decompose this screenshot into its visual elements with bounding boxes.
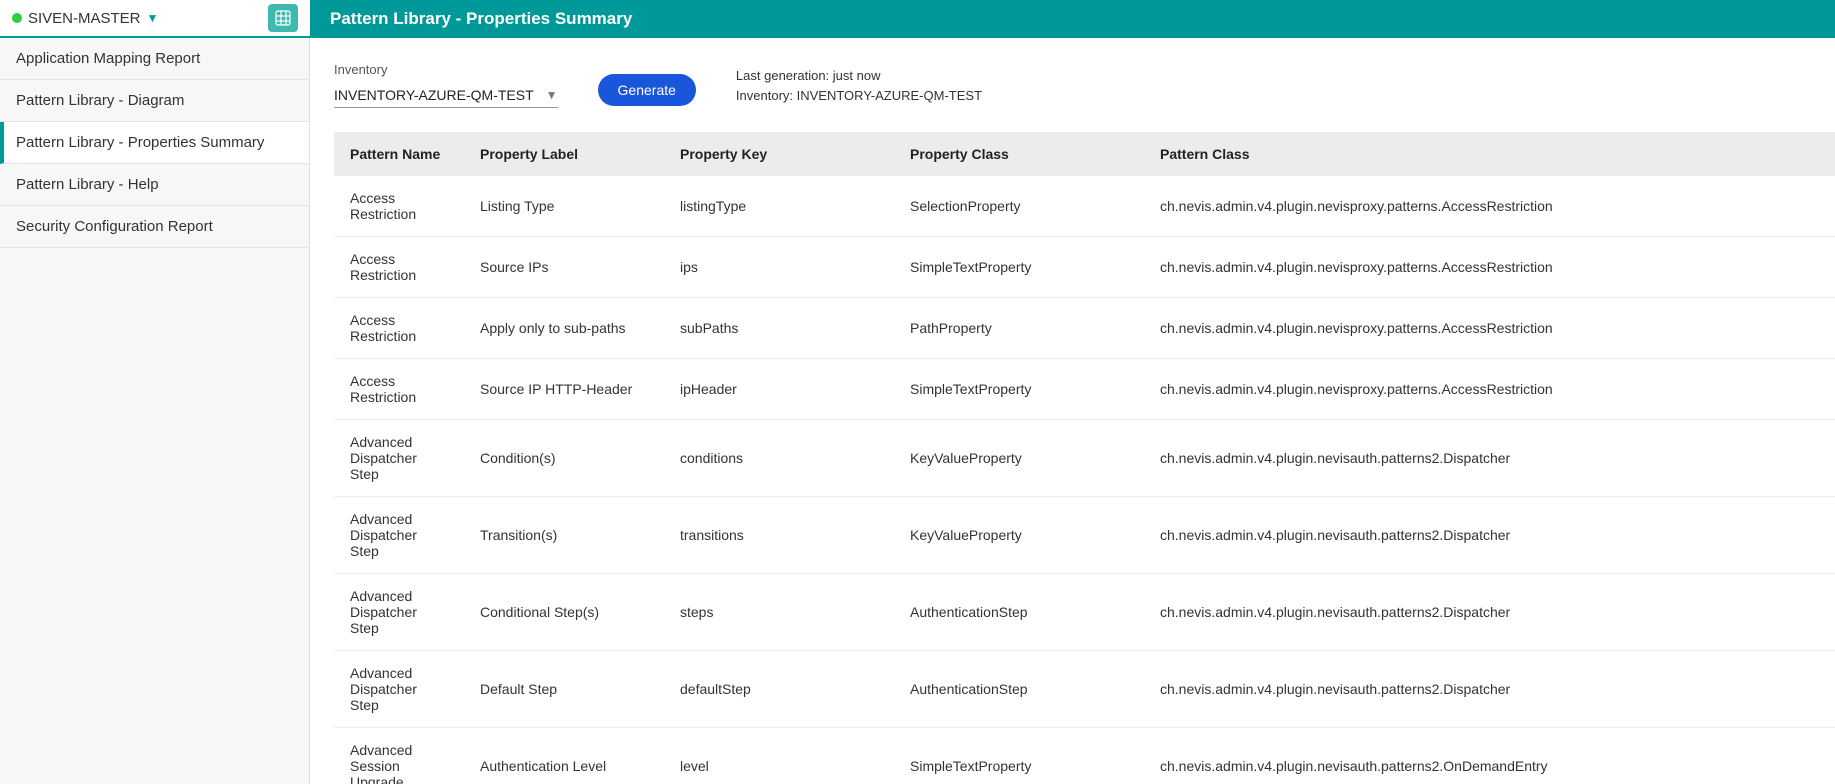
cell-pattern-class: ch.nevis.admin.v4.plugin.nevisproxy.patt… — [1144, 359, 1835, 420]
cell-pattern-name: Advanced Dispatcher Step — [334, 651, 464, 728]
cell-property-key: conditions — [664, 420, 894, 497]
properties-table: Pattern Name Property Label Property Key… — [334, 132, 1835, 784]
topbar-right: Pattern Library - Properties Summary — [310, 0, 1835, 38]
cell-property-class: KeyValueProperty — [894, 420, 1144, 497]
sidebar-item-properties-summary[interactable]: Pattern Library - Properties Summary — [0, 122, 309, 164]
cell-property-key: ips — [664, 237, 894, 298]
table-row[interactable]: Advanced Dispatcher StepConditional Step… — [334, 574, 1835, 651]
sidebar-item-label: Pattern Library - Help — [16, 176, 159, 193]
cell-property-key: listingType — [664, 176, 894, 237]
cell-property-label: Default Step — [464, 651, 664, 728]
cell-property-key: defaultStep — [664, 651, 894, 728]
cell-property-label: Source IP HTTP-Header — [464, 359, 664, 420]
cell-pattern-class: ch.nevis.admin.v4.plugin.nevisauth.patte… — [1144, 728, 1835, 784]
cell-pattern-name: Advanced Dispatcher Step — [334, 574, 464, 651]
cell-pattern-class: ch.nevis.admin.v4.plugin.nevisproxy.patt… — [1144, 237, 1835, 298]
inventory-select[interactable]: INVENTORY-AZURE-QM-TEST ▼ — [334, 83, 558, 108]
cell-property-class: SelectionProperty — [894, 176, 1144, 237]
generation-info: Last generation: just now Inventory: INV… — [736, 66, 982, 105]
cell-pattern-name: Advanced Dispatcher Step — [334, 497, 464, 574]
cell-pattern-name: Access Restriction — [334, 176, 464, 237]
cell-pattern-name: Access Restriction — [334, 298, 464, 359]
cell-property-class: SimpleTextProperty — [894, 237, 1144, 298]
inventory-info-text: Inventory: INVENTORY-AZURE-QM-TEST — [736, 86, 982, 106]
cell-pattern-class: ch.nevis.admin.v4.plugin.nevisproxy.patt… — [1144, 298, 1835, 359]
cell-property-label: Conditional Step(s) — [464, 574, 664, 651]
table-row[interactable]: Access RestrictionApply only to sub-path… — [334, 298, 1835, 359]
sidebar-item-help[interactable]: Pattern Library - Help — [0, 164, 309, 206]
project-selector[interactable]: SIVEN-MASTER ▼ — [12, 10, 158, 27]
cell-pattern-name: Access Restriction — [334, 237, 464, 298]
sidebar-item-diagram[interactable]: Pattern Library - Diagram — [0, 80, 309, 122]
cell-property-label: Authentication Level — [464, 728, 664, 784]
cell-pattern-class: ch.nevis.admin.v4.plugin.nevisproxy.patt… — [1144, 176, 1835, 237]
generate-button[interactable]: Generate — [598, 74, 696, 106]
th-property-label[interactable]: Property Label — [464, 132, 664, 176]
sidebar: Application Mapping Report Pattern Libra… — [0, 38, 310, 784]
topbar: SIVEN-MASTER ▼ Pattern Library - Propert… — [0, 0, 1835, 38]
content: Inventory INVENTORY-AZURE-QM-TEST ▼ Gene… — [310, 38, 1835, 784]
cell-property-class: PathProperty — [894, 298, 1144, 359]
th-pattern-name[interactable]: Pattern Name — [334, 132, 464, 176]
cell-pattern-class: ch.nevis.admin.v4.plugin.nevisauth.patte… — [1144, 651, 1835, 728]
table-row[interactable]: Advanced Dispatcher StepCondition(s)cond… — [334, 420, 1835, 497]
cell-pattern-name: Advanced Session Upgrade — [334, 728, 464, 784]
sidebar-item-label: Security Configuration Report — [16, 218, 213, 235]
topbar-left: SIVEN-MASTER ▼ — [0, 0, 310, 38]
table-row[interactable]: Advanced Session UpgradeAuthentication L… — [334, 728, 1835, 784]
cell-property-label: Apply only to sub-paths — [464, 298, 664, 359]
th-pattern-class[interactable]: Pattern Class — [1144, 132, 1835, 176]
inventory-value: INVENTORY-AZURE-QM-TEST — [334, 87, 534, 103]
cell-pattern-class: ch.nevis.admin.v4.plugin.nevisauth.patte… — [1144, 497, 1835, 574]
inventory-block: Inventory INVENTORY-AZURE-QM-TEST ▼ — [334, 62, 558, 108]
table-header-row: Pattern Name Property Label Property Key… — [334, 132, 1835, 176]
chevron-down-icon: ▼ — [546, 88, 558, 102]
table-row[interactable]: Advanced Dispatcher StepTransition(s)tra… — [334, 497, 1835, 574]
status-dot-icon — [12, 13, 22, 23]
cell-property-label: Listing Type — [464, 176, 664, 237]
chevron-down-icon: ▼ — [147, 11, 159, 25]
cell-pattern-name: Advanced Dispatcher Step — [334, 420, 464, 497]
sidebar-item-label: Pattern Library - Properties Summary — [16, 134, 264, 151]
th-property-key[interactable]: Property Key — [664, 132, 894, 176]
table-row[interactable]: Advanced Dispatcher StepDefault Stepdefa… — [334, 651, 1835, 728]
cell-pattern-class: ch.nevis.admin.v4.plugin.nevisauth.patte… — [1144, 420, 1835, 497]
cell-property-key: subPaths — [664, 298, 894, 359]
cell-property-class: AuthenticationStep — [894, 651, 1144, 728]
sidebar-item-label: Pattern Library - Diagram — [16, 92, 184, 109]
sidebar-item-app-mapping[interactable]: Application Mapping Report — [0, 38, 309, 80]
inventory-label: Inventory — [334, 62, 558, 77]
table-row[interactable]: Access RestrictionSource IPsipsSimpleTex… — [334, 237, 1835, 298]
cell-property-label: Condition(s) — [464, 420, 664, 497]
sidebar-item-security-config[interactable]: Security Configuration Report — [0, 206, 309, 248]
cell-property-class: KeyValueProperty — [894, 497, 1144, 574]
cell-property-class: SimpleTextProperty — [894, 359, 1144, 420]
cell-pattern-class: ch.nevis.admin.v4.plugin.nevisauth.patte… — [1144, 574, 1835, 651]
cell-property-key: level — [664, 728, 894, 784]
cell-property-key: ipHeader — [664, 359, 894, 420]
cell-pattern-name: Access Restriction — [334, 359, 464, 420]
cell-property-label: Transition(s) — [464, 497, 664, 574]
cell-property-key: steps — [664, 574, 894, 651]
project-name: SIVEN-MASTER — [28, 10, 141, 27]
table-row[interactable]: Access RestrictionSource IP HTTP-Headeri… — [334, 359, 1835, 420]
page-title: Pattern Library - Properties Summary — [330, 9, 632, 29]
cell-property-label: Source IPs — [464, 237, 664, 298]
cell-property-key: transitions — [664, 497, 894, 574]
last-generation-text: Last generation: just now — [736, 66, 982, 86]
cell-property-class: AuthenticationStep — [894, 574, 1144, 651]
sidebar-item-label: Application Mapping Report — [16, 50, 200, 67]
table-row[interactable]: Access RestrictionListing TypelistingTyp… — [334, 176, 1835, 237]
controls: Inventory INVENTORY-AZURE-QM-TEST ▼ Gene… — [334, 62, 1835, 132]
th-property-class[interactable]: Property Class — [894, 132, 1144, 176]
grid-icon — [275, 10, 291, 26]
grid-view-button[interactable] — [268, 4, 298, 32]
cell-property-class: SimpleTextProperty — [894, 728, 1144, 784]
